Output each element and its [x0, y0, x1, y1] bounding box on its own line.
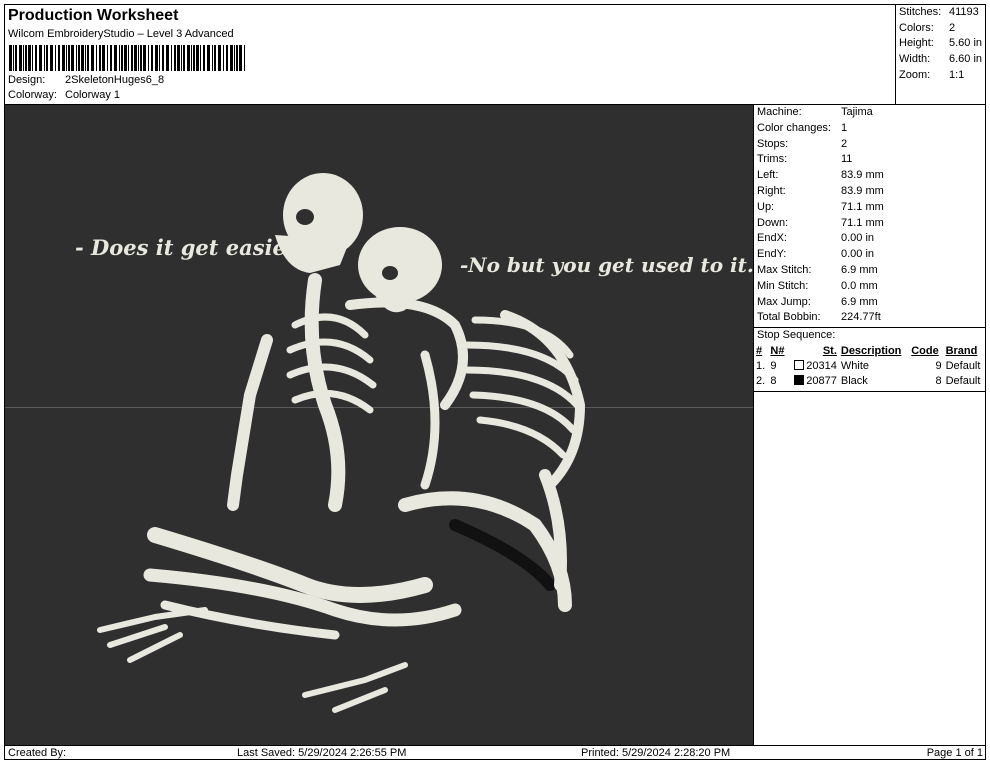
feet: [97, 607, 208, 663]
design-preview: - Does it get easier. -No but you get us…: [5, 104, 754, 745]
stop-table-header: # N# St. Description Code Brand: [754, 343, 986, 358]
machine-info-row: Color changes: 1: [757, 122, 986, 138]
created-by: Created By:: [8, 747, 67, 759]
row-stitches: 20314: [788, 358, 839, 374]
stat-zoom: Zoom: 1:1: [899, 68, 965, 81]
info-label: Machine:: [757, 106, 802, 118]
design-value: 2SkeletonHuges6_8: [65, 74, 165, 86]
caption-right: -No but you get used to it.: [460, 253, 754, 277]
row-needle: 8: [770, 375, 777, 388]
info-label: Max Stitch:: [757, 263, 812, 276]
info-label: Down:: [757, 216, 789, 229]
colorway-row: Colorway: Colorway 1: [8, 89, 120, 101]
info-value: 71.1 mm: [841, 200, 884, 213]
machine-info-row: Right: 83.9 mm: [757, 185, 986, 201]
info-value: 83.9 mm: [841, 184, 884, 197]
row-brand: Default: [945, 375, 981, 388]
info-label: Left:: [757, 169, 779, 182]
info-label: Right:: [757, 184, 786, 197]
info-label: Max Jump:: [757, 295, 811, 308]
worksheet-frame: Production Worksheet Wilcom EmbroiderySt…: [4, 4, 986, 760]
col-stitches: St.: [822, 344, 837, 357]
machine-info-row: Trims: 11: [757, 153, 986, 169]
caption-left: - Does it get easier.: [75, 235, 302, 260]
table-row: 2. 8 20877 Black 8 Default: [754, 374, 986, 390]
arm-left: [227, 334, 273, 511]
page-number: Page 1 of 1: [926, 747, 983, 759]
stat-height: Height: 5.60 in: [899, 37, 983, 50]
row-description: White: [840, 359, 869, 372]
machine-info-row: EndY: 0.00 in: [757, 248, 986, 264]
info-label: Min Stitch:: [757, 279, 809, 292]
col-description: Description: [840, 344, 902, 357]
machine-info-row: EndX: 0.00 in: [757, 232, 986, 248]
info-value: 224.77ft: [841, 311, 881, 324]
stop-sequence-title: Stop Sequence:: [754, 327, 986, 343]
info-value: 0.00 in: [841, 248, 875, 261]
col-index: #: [756, 344, 763, 357]
info-value: 71.1 mm: [841, 216, 884, 229]
machine-info-row: Min Stitch: 0.0 mm: [757, 280, 986, 296]
barcode: [9, 45, 245, 71]
machine-info-row: Machine: Tajima: [757, 106, 986, 122]
stat-stitches: Stitches: 41193: [899, 6, 979, 18]
info-value: Tajima: [841, 106, 873, 118]
info-label: Stops:: [757, 137, 789, 150]
info-label: EndX:: [757, 232, 787, 245]
info-label: Total Bobbin:: [757, 311, 821, 324]
machine-info-row: Max Jump: 6.9 mm: [757, 296, 986, 312]
machine-info-panel: Machine: Tajima Color changes: 1 Stops: 2 Trim…: [754, 104, 986, 745]
machine-info-row: Total Bobbin: 224.77ft: [757, 311, 986, 327]
machine-info-row: Left: 83.9 mm: [757, 169, 986, 185]
row-needle: 9: [770, 359, 777, 372]
stat-colors: Colors: 2: [899, 21, 956, 34]
info-value: 11: [841, 153, 853, 166]
row-stitches: 20877: [788, 374, 839, 390]
info-value: 6.9 mm: [841, 295, 878, 308]
machine-info-row: Max Stitch: 6.9 mm: [757, 264, 986, 280]
info-value: 0.0 mm: [841, 279, 878, 292]
machine-info-list: Machine: Tajima Color changes: 1 Stops: 2 Trim…: [754, 105, 986, 327]
printed-date: Printed: 5/29/2024 2:28:20 PM: [581, 747, 731, 759]
worksheet-header: Production Worksheet Wilcom EmbroiderySt…: [5, 5, 895, 104]
info-label: Color changes:: [757, 121, 831, 134]
info-value: 83.9 mm: [841, 169, 884, 182]
stop-sequence-table: # N# St. Description Code Brand 1. 9 20314…: [754, 343, 986, 389]
design-label: Design:: [8, 74, 46, 86]
info-label: Up:: [757, 200, 775, 213]
row-code: 8: [935, 375, 942, 388]
col-brand: Brand: [945, 344, 978, 357]
info-label: EndY:: [757, 248, 787, 261]
embroidery-artwork: - Does it get easier. -No but you get us…: [75, 173, 754, 713]
info-value: 6.9 mm: [841, 263, 878, 276]
worksheet-footer: Created By: Last Saved: 5/29/2024 2:26:5…: [5, 745, 986, 760]
summary-stats: Stitches: 41193 Colors: 2 Height: 5.60 in W…: [895, 5, 986, 104]
info-label: Trims:: [757, 153, 788, 166]
design-row: Design: 2SkeletonHuges6_8: [8, 74, 164, 86]
stop-sequence-table-wrap: # N# St. Description Code Brand 1. 9 20314…: [754, 343, 986, 393]
last-saved: Last Saved: 5/29/2024 2:26:55 PM: [237, 747, 407, 759]
row-code: 9: [935, 359, 942, 372]
row-brand: Default: [945, 359, 981, 372]
colorway-value: Colorway 1: [65, 89, 121, 101]
color-swatch: [794, 359, 805, 370]
col-needle: N#: [770, 344, 785, 357]
row-index: 1.: [756, 359, 766, 372]
info-value: 0.00 in: [841, 232, 875, 245]
colorway-label: Colorway:: [8, 89, 57, 101]
stat-width: Width: 6.60 in: [899, 53, 983, 66]
row-index: 2.: [756, 375, 766, 388]
machine-info-row: Up: 71.1 mm: [757, 201, 986, 217]
info-value: 2: [841, 137, 848, 150]
machine-info-row: Stops: 2: [757, 138, 986, 154]
table-row: 1. 9 20314 White 9 Default: [754, 358, 986, 374]
info-value: 1: [841, 121, 848, 134]
color-swatch: [794, 375, 805, 386]
col-code: Code: [911, 344, 939, 357]
software-name: Wilcom EmbroideryStudio – Level 3 Advanc…: [8, 28, 234, 40]
page-title: Production Worksheet: [8, 7, 179, 24]
machine-info-row: Down: 71.1 mm: [757, 217, 986, 233]
row-description: Black: [840, 375, 868, 388]
